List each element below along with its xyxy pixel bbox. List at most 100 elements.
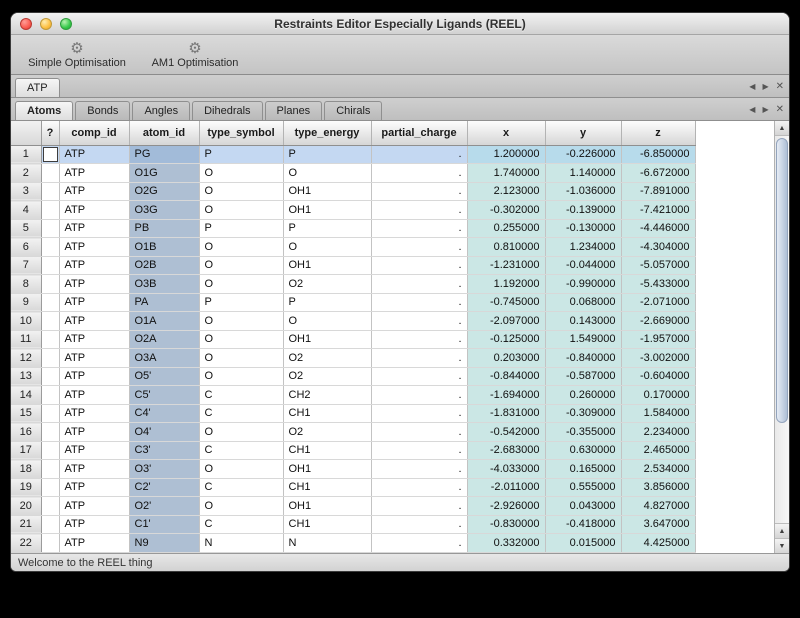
cell-partial_charge[interactable]: . — [371, 534, 467, 553]
cell-type_energy[interactable]: OH1 — [283, 497, 371, 516]
cell-type_energy[interactable]: P — [283, 145, 371, 164]
cell-atom_id[interactable]: O3G — [129, 201, 199, 220]
cell-q[interactable] — [41, 460, 59, 479]
cell-z[interactable]: -4.446000 — [621, 219, 695, 238]
cell-atom_id[interactable]: O1A — [129, 312, 199, 331]
title-bar[interactable]: Restraints Editor Especially Ligands (RE… — [11, 13, 789, 35]
cell-comp_id[interactable]: ATP — [59, 386, 129, 405]
cell-type_symbol[interactable]: P — [199, 219, 283, 238]
cell-y[interactable]: 1.234000 — [545, 238, 621, 257]
cell-type_symbol[interactable]: O — [199, 201, 283, 220]
table-row[interactable]: 8ATPO3BOO2.1.192000-0.990000-5.433000 — [11, 275, 695, 294]
cell-y[interactable]: -0.130000 — [545, 219, 621, 238]
cell-comp_id[interactable]: ATP — [59, 423, 129, 442]
cell-y[interactable]: 0.260000 — [545, 386, 621, 405]
cell-y[interactable]: 1.549000 — [545, 330, 621, 349]
cell-q[interactable] — [41, 478, 59, 497]
row-number[interactable]: 6 — [11, 238, 41, 257]
cell-y[interactable]: 0.165000 — [545, 460, 621, 479]
cell-type_symbol[interactable]: O — [199, 423, 283, 442]
cell-atom_id[interactable]: PA — [129, 293, 199, 312]
cell-x[interactable]: -2.683000 — [467, 441, 545, 460]
cell-comp_id[interactable]: ATP — [59, 367, 129, 386]
row-number[interactable]: 3 — [11, 182, 41, 201]
row-number[interactable]: 14 — [11, 386, 41, 405]
cell-y[interactable]: -0.587000 — [545, 367, 621, 386]
cell-q[interactable] — [41, 404, 59, 423]
cell-y[interactable]: -0.355000 — [545, 423, 621, 442]
column-header-comp_id[interactable]: comp_id — [59, 121, 129, 145]
cell-x[interactable]: 1.192000 — [467, 275, 545, 294]
cell-q[interactable] — [41, 312, 59, 331]
cell-type_symbol[interactable]: O — [199, 349, 283, 368]
tab-scroll-right-icon[interactable]: ▶ — [762, 82, 768, 91]
row-number[interactable]: 17 — [11, 441, 41, 460]
cell-z[interactable]: -3.002000 — [621, 349, 695, 368]
cell-type_energy[interactable]: O2 — [283, 275, 371, 294]
cell-z[interactable]: 4.827000 — [621, 497, 695, 516]
cell-comp_id[interactable]: ATP — [59, 182, 129, 201]
cell-type_energy[interactable]: CH1 — [283, 404, 371, 423]
cell-atom_id[interactable]: O3A — [129, 349, 199, 368]
cell-z[interactable]: -7.891000 — [621, 182, 695, 201]
cell-type_energy[interactable]: O — [283, 164, 371, 183]
row-number[interactable]: 4 — [11, 201, 41, 220]
row-number[interactable]: 11 — [11, 330, 41, 349]
tab-angles[interactable]: Angles — [132, 101, 190, 120]
cell-type_energy[interactable]: O2 — [283, 367, 371, 386]
cell-type_symbol[interactable]: C — [199, 386, 283, 405]
cell-type_energy[interactable]: OH1 — [283, 182, 371, 201]
column-header-y[interactable]: y — [545, 121, 621, 145]
row-number[interactable]: 2 — [11, 164, 41, 183]
cell-q[interactable] — [41, 182, 59, 201]
cell-type_energy[interactable]: O2 — [283, 423, 371, 442]
cell-y[interactable]: 0.068000 — [545, 293, 621, 312]
table-row[interactable]: 19ATPC2'CCH1.-2.0110000.5550003.856000 — [11, 478, 695, 497]
row-number[interactable]: 1 — [11, 145, 41, 164]
cell-x[interactable]: 0.203000 — [467, 349, 545, 368]
cell-editor[interactable] — [43, 147, 58, 162]
cell-y[interactable]: -0.309000 — [545, 404, 621, 423]
cell-partial_charge[interactable]: . — [371, 478, 467, 497]
cell-type_symbol[interactable]: C — [199, 404, 283, 423]
cell-z[interactable]: -5.433000 — [621, 275, 695, 294]
cell-x[interactable]: 1.740000 — [467, 164, 545, 183]
cell-z[interactable]: -2.071000 — [621, 293, 695, 312]
cell-x[interactable]: -0.302000 — [467, 201, 545, 220]
cell-atom_id[interactable]: O2G — [129, 182, 199, 201]
scroll-up-icon[interactable]: ▲ — [775, 523, 789, 538]
cell-q[interactable] — [41, 145, 59, 164]
cell-type_energy[interactable]: O2 — [283, 349, 371, 368]
row-number[interactable]: 8 — [11, 275, 41, 294]
table-row[interactable]: 15ATPC4'CCH1.-1.831000-0.3090001.584000 — [11, 404, 695, 423]
table-row[interactable]: 12ATPO3AOO2.0.203000-0.840000-3.002000 — [11, 349, 695, 368]
row-number[interactable]: 22 — [11, 534, 41, 553]
cell-comp_id[interactable]: ATP — [59, 293, 129, 312]
cell-y[interactable]: -1.036000 — [545, 182, 621, 201]
cell-z[interactable]: 0.170000 — [621, 386, 695, 405]
cell-partial_charge[interactable]: . — [371, 238, 467, 257]
cell-partial_charge[interactable]: . — [371, 312, 467, 331]
cell-type_energy[interactable]: CH1 — [283, 478, 371, 497]
tab-scroll-right-icon[interactable]: ▶ — [762, 105, 768, 114]
table-row[interactable]: 3ATPO2GOOH1.2.123000-1.036000-7.891000 — [11, 182, 695, 201]
table-row[interactable]: 13ATPO5'OO2.-0.844000-0.587000-0.604000 — [11, 367, 695, 386]
cell-x[interactable]: -1.831000 — [467, 404, 545, 423]
cell-q[interactable] — [41, 275, 59, 294]
cell-partial_charge[interactable]: . — [371, 164, 467, 183]
cell-x[interactable]: -1.231000 — [467, 256, 545, 275]
cell-type_symbol[interactable]: C — [199, 478, 283, 497]
cell-z[interactable]: 3.856000 — [621, 478, 695, 497]
cell-comp_id[interactable]: ATP — [59, 478, 129, 497]
table-row[interactable]: 16ATPO4'OO2.-0.542000-0.3550002.234000 — [11, 423, 695, 442]
cell-x[interactable]: 0.255000 — [467, 219, 545, 238]
cell-partial_charge[interactable]: . — [371, 349, 467, 368]
cell-x[interactable]: -4.033000 — [467, 460, 545, 479]
cell-y[interactable]: -0.226000 — [545, 145, 621, 164]
cell-q[interactable] — [41, 349, 59, 368]
cell-atom_id[interactable]: C5' — [129, 386, 199, 405]
tab-close-icon[interactable]: ✕ — [776, 104, 784, 115]
cell-partial_charge[interactable]: . — [371, 219, 467, 238]
cell-comp_id[interactable]: ATP — [59, 201, 129, 220]
cell-partial_charge[interactable]: . — [371, 275, 467, 294]
